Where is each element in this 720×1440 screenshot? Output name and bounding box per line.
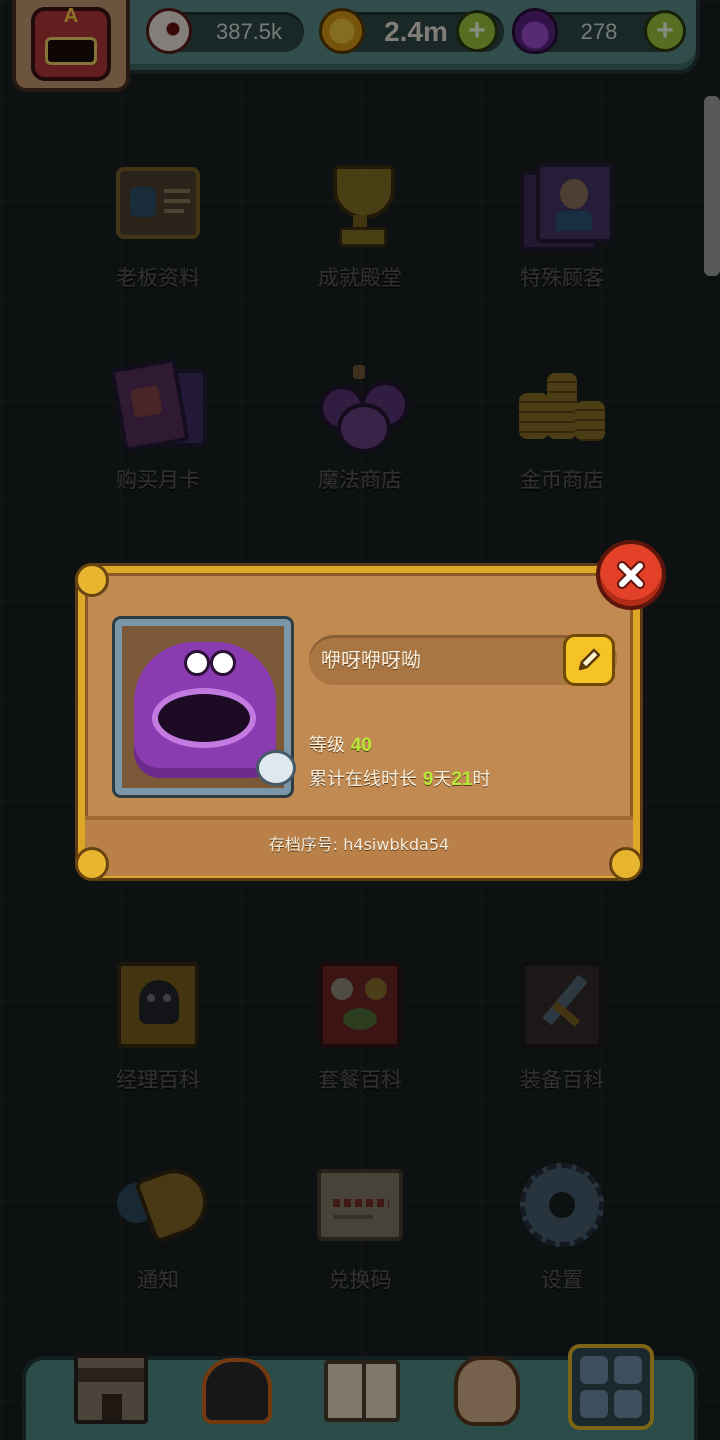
profile-portrait[interactable] [115, 619, 296, 795]
purple-monster-avatar [134, 642, 276, 778]
save-id-text: 存档序号: h4siwbkda54 [268, 835, 450, 854]
online-label: 累计在线时长 [309, 769, 417, 790]
edit-name-button[interactable] [563, 634, 615, 686]
profile-dialog: 咿呀咿呀呦 等级 40 累计在线时长 9天21时 存档序号: h4siwbkda… [75, 563, 643, 881]
days-unit: 天 [433, 769, 452, 790]
pencil-icon [578, 648, 601, 671]
online-hours: 21 [451, 769, 473, 790]
level-line: 等级 40 [309, 731, 372, 757]
online-days: 9 [422, 769, 434, 790]
close-icon [617, 561, 645, 589]
level-value: 40 [350, 735, 372, 756]
hours-unit: 时 [472, 769, 491, 790]
online-time-line: 累计在线时长 9天21时 [309, 765, 490, 791]
corner-ornament [75, 563, 109, 597]
skull-icon [256, 750, 296, 786]
close-button[interactable] [596, 540, 666, 610]
level-label: 等级 [309, 735, 345, 756]
player-name: 咿呀咿呀呦 [321, 648, 421, 672]
